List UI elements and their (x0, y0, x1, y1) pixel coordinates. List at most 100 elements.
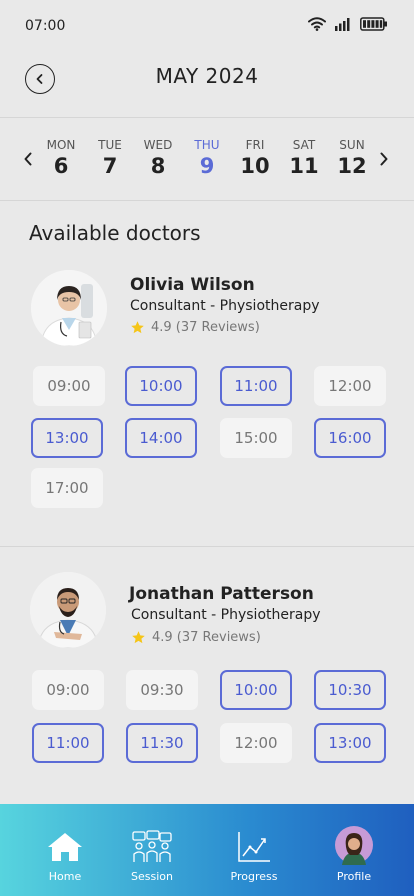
date-item[interactable]: TUE 7 (86, 138, 134, 178)
slot-time: 13:00 (328, 734, 372, 752)
date-item[interactable]: MON 6 (37, 138, 85, 178)
progress-chart-icon (238, 832, 270, 862)
date-strip-divider (0, 200, 414, 201)
time-slot-unavailable[interactable]: 09:30 (126, 670, 198, 710)
date-day-label: SAT (292, 138, 316, 152)
time-slot-unavailable[interactable]: 12:00 (314, 366, 386, 406)
doctor-rating: 4.9 (37 Reviews) (130, 320, 260, 335)
date-number: 6 (53, 154, 69, 178)
date-item[interactable]: FRI 10 (231, 138, 279, 178)
nav-home[interactable]: Home (25, 828, 105, 883)
slot-time: 14:00 (139, 429, 183, 447)
doctor-card[interactable]: Jonathan Patterson Consultant - Physioth… (0, 572, 414, 772)
month-title: MAY 2024 (155, 64, 259, 88)
time-slot-available[interactable]: 10:00 (220, 670, 292, 710)
time-slot-available[interactable]: 10:00 (125, 366, 197, 406)
date-day-label: TUE (98, 138, 122, 152)
rating-text: 4.9 (37 Reviews) (151, 320, 260, 335)
slot-time: 12:00 (234, 734, 278, 752)
slot-time: 13:00 (45, 429, 89, 447)
wifi-icon (308, 17, 326, 31)
slot-time: 11:30 (140, 734, 184, 752)
rating-text: 4.9 (37 Reviews) (152, 630, 261, 645)
time-slot-available[interactable]: 13:00 (31, 418, 103, 458)
slot-time: 10:00 (139, 377, 183, 395)
date-day-label: MON (46, 138, 76, 152)
star-icon (131, 321, 144, 334)
time-slot-available[interactable]: 16:00 (314, 418, 386, 458)
date-day-label: FRI (245, 138, 265, 152)
section-title: Available doctors (29, 221, 201, 245)
slot-time: 10:30 (328, 681, 372, 699)
date-number: 9 (199, 154, 215, 178)
slot-time: 16:00 (328, 429, 372, 447)
signal-icon (335, 18, 350, 31)
chevron-left-icon (24, 152, 32, 166)
slot-time: 11:00 (46, 734, 90, 752)
header: MAY 2024 (0, 58, 414, 98)
date-number: 7 (102, 154, 118, 178)
nav-label: Progress (230, 870, 278, 883)
date-item[interactable]: SAT 11 (280, 138, 328, 178)
slot-time: 09:00 (46, 681, 90, 699)
date-day-label: THU (194, 138, 220, 152)
home-icon (48, 833, 82, 861)
slot-time: 17:00 (45, 479, 89, 497)
time-slot-unavailable[interactable]: 09:00 (32, 670, 104, 710)
status-time: 07:00 (25, 18, 66, 34)
time-slot-available[interactable]: 11:30 (126, 723, 198, 763)
time-slot-unavailable[interactable]: 12:00 (220, 723, 292, 763)
profile-avatar-icon (335, 826, 373, 865)
nav-profile[interactable]: Profile (314, 824, 394, 883)
nav-label: Home (48, 870, 82, 883)
session-icon (132, 830, 172, 862)
date-item[interactable]: WED 8 (134, 138, 182, 178)
date-number: 11 (289, 154, 319, 178)
nav-label: Session (131, 870, 173, 883)
doctor-specialty: Consultant - Physiotherapy (130, 298, 320, 314)
doctor-avatar (31, 270, 107, 346)
status-icons (308, 17, 388, 31)
bottom-nav: Home Session Progress Profile (0, 804, 414, 896)
date-item-selected[interactable]: THU 9 (183, 138, 231, 178)
slot-time: 15:00 (234, 429, 278, 447)
doctor-specialty: Consultant - Physiotherapy (131, 607, 321, 623)
time-slot-unavailable[interactable]: 15:00 (220, 418, 292, 458)
doctor-name: Jonathan Patterson (129, 584, 314, 604)
battery-icon (360, 17, 387, 31)
prev-week-button[interactable] (22, 151, 34, 171)
star-icon (132, 631, 145, 644)
chevron-right-icon (380, 152, 388, 166)
slot-time: 10:00 (234, 681, 278, 699)
nav-session[interactable]: Session (112, 828, 192, 883)
doctor-divider (0, 546, 414, 547)
date-number: 10 (240, 154, 270, 178)
time-slot-available[interactable]: 13:00 (314, 723, 386, 763)
doctor-photo-icon (30, 572, 106, 648)
status-bar: 07:00 (0, 0, 414, 50)
doctor-rating: 4.9 (37 Reviews) (131, 630, 261, 645)
nav-label: Profile (336, 870, 372, 883)
nav-progress[interactable]: Progress (214, 828, 294, 883)
date-number: 8 (150, 154, 166, 178)
time-slot-unavailable[interactable]: 09:00 (33, 366, 105, 406)
slot-time: 09:00 (47, 377, 91, 395)
doctor-avatar (30, 572, 106, 648)
date-strip: MON 6 TUE 7 WED 8 THU 9 FRI 10 SAT 11 SU… (0, 118, 414, 200)
time-slot-available[interactable]: 14:00 (125, 418, 197, 458)
slot-time: 11:00 (234, 377, 278, 395)
time-slot-available[interactable]: 11:00 (220, 366, 292, 406)
time-slot-available[interactable]: 11:00 (32, 723, 104, 763)
time-slot-available[interactable]: 10:30 (314, 670, 386, 710)
doctor-name: Olivia Wilson (130, 275, 255, 295)
date-day-label: SUN (339, 138, 365, 152)
next-week-button[interactable] (378, 151, 390, 171)
doctor-card[interactable]: Olivia Wilson Consultant - Physiotherapy… (0, 268, 414, 518)
doctor-photo-icon (31, 270, 107, 346)
date-item[interactable]: SUN 12 (328, 138, 376, 178)
time-slot-unavailable[interactable]: 17:00 (31, 468, 103, 508)
date-number: 12 (337, 154, 367, 178)
date-day-label: WED (143, 138, 173, 152)
slot-time: 12:00 (328, 377, 372, 395)
slot-time: 09:30 (140, 681, 184, 699)
